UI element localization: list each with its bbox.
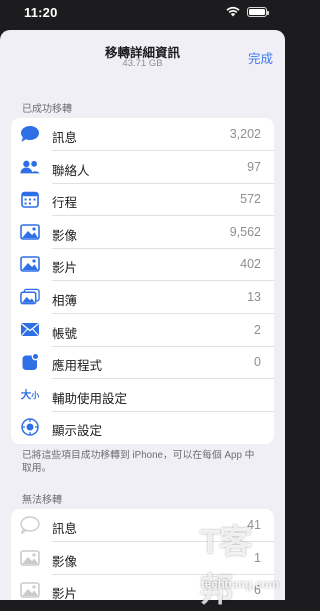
success-footnote: 已將這些項目成功移轉到 iPhone，可以在每個 App 中取用。 (22, 450, 255, 474)
list-item-label: 影片 (52, 261, 78, 276)
status-bar: 11:20 (0, 0, 285, 26)
list-item-label: 應用程式 (52, 359, 103, 374)
battery-icon (247, 7, 269, 17)
wifi-icon (226, 6, 240, 17)
list-item-messages[interactable]: 訊息 3,202 (11, 118, 274, 151)
list-item-contacts[interactable]: 聯絡人 97 (11, 151, 274, 184)
list-item-display-settings[interactable]: 顯示設定 (11, 411, 274, 444)
list-item-label: 聯絡人 (52, 163, 90, 178)
list-item-accounts[interactable]: 帳號 2 (11, 314, 274, 347)
contacts-icon (20, 158, 40, 176)
list-item-label: 輔助使用設定 (52, 391, 128, 406)
list-item-videos[interactable]: 影片 402 (11, 248, 274, 281)
accessibility-text-size-icon: 大小 (20, 389, 40, 402)
list-item-count: 97 (247, 159, 261, 174)
sheet-header: 移轉詳細資訊 43.71 GB 完成 (0, 30, 285, 74)
success-section-header: 已成功移轉 (22, 104, 72, 115)
list-item-count: 3,202 (229, 127, 261, 141)
apps-icon (20, 353, 40, 371)
display-settings-icon (20, 418, 40, 437)
list-item-label: 顯示設定 (52, 424, 103, 439)
watermark: T客邦 techbang.com (200, 515, 285, 608)
video-icon (20, 581, 40, 599)
watermark-url: techbang.com (201, 579, 279, 591)
mail-icon (20, 321, 40, 339)
calendar-icon (20, 190, 40, 208)
photo-icon (20, 549, 40, 567)
photo-icon (20, 223, 40, 241)
list-item-albums[interactable]: 相簿 13 (11, 281, 274, 314)
list-item-count: 2 (254, 322, 261, 337)
list-item-count: 9,562 (229, 224, 261, 239)
albums-icon (20, 288, 40, 306)
list-item-label: 帳號 (52, 326, 78, 341)
list-item-apps[interactable]: 應用程式 0 (11, 346, 274, 379)
list-item-label: 行程 (52, 196, 78, 211)
list-item-accessibility-settings[interactable]: 大小 輔助使用設定 (11, 379, 274, 412)
list-item-photos[interactable]: 影像 9,562 (11, 216, 274, 249)
list-item-label: 影像 (52, 228, 78, 243)
status-time: 11:20 (24, 5, 58, 20)
list-item-count: 0 (254, 355, 261, 370)
list-item-calendar[interactable]: 行程 572 (11, 183, 274, 216)
list-item-label: 訊息 (52, 522, 78, 536)
messages-icon (20, 125, 40, 143)
sheet-subtitle: 43.71 GB (122, 58, 163, 69)
done-button[interactable]: 完成 (248, 48, 273, 67)
failed-section-header: 無法移轉 (22, 495, 62, 506)
list-item-count: 572 (240, 192, 261, 207)
list-item-label: 訊息 (52, 131, 78, 145)
success-list: 訊息 3,202 聯絡人 97 行程 572 影像 9,562 影片 402 相… (11, 118, 274, 444)
list-item-count: 13 (247, 289, 261, 304)
messages-icon (20, 516, 40, 534)
list-item-count: 402 (240, 257, 261, 272)
video-icon (20, 255, 40, 273)
list-item-label: 相簿 (52, 293, 78, 308)
list-item-label: 影片 (52, 587, 78, 600)
watermark-logo-text: T客邦 (200, 523, 252, 608)
list-item-label: 影像 (52, 554, 78, 569)
